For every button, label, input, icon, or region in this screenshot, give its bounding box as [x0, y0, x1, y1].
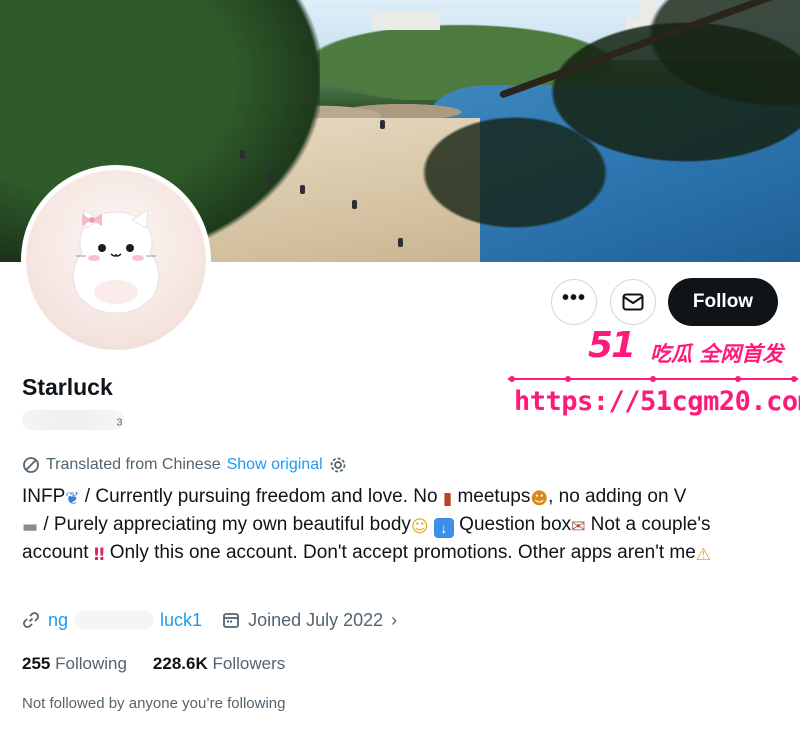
- profile-url-redacted: [74, 611, 155, 629]
- watermark-url: https://51cgm20.com: [514, 386, 800, 417]
- display-name: Starluck: [22, 374, 113, 400]
- cat-illustration: [72, 209, 160, 314]
- profile-avatar[interactable]: [21, 165, 211, 355]
- butterfly-emoji-icon: ❦: [65, 489, 80, 509]
- envelope-icon: [622, 293, 644, 311]
- banner-beachgoer: [268, 172, 273, 181]
- show-original-link[interactable]: Show original: [227, 456, 323, 474]
- following-link[interactable]: 255 Following: [22, 654, 127, 674]
- followers-count: 228.6K: [152, 654, 208, 673]
- profile-url-start[interactable]: ng: [48, 610, 68, 631]
- avatar-image: [26, 170, 206, 350]
- handle-tail: ₃: [116, 409, 123, 428]
- followers-link[interactable]: 228.6K Followers: [153, 654, 285, 674]
- banner-pine-tree: [420, 0, 800, 230]
- watermark-number: 51: [588, 325, 636, 366]
- banner-beachgoer: [240, 150, 245, 159]
- winking-face-emoji-icon: ☺: [410, 517, 429, 537]
- following-label: Following: [55, 654, 127, 673]
- person-gesturing-no-emoji-icon: ☻: [530, 489, 549, 509]
- joined-date: Joined July 2022: [248, 609, 384, 630]
- down-arrow-emoji-icon: ↓: [433, 518, 454, 538]
- warning-emoji-icon: ⚠: [695, 545, 712, 565]
- follow-stats: 255 Following 228.6K Followers: [22, 654, 285, 674]
- bio-segment: , no adding on V: [548, 486, 687, 507]
- banner-beachgoer: [300, 185, 305, 194]
- translation-notice: Translated from Chinese Show original: [22, 456, 347, 474]
- banner-beachgoer: [398, 238, 403, 247]
- bio-segment: / Currently pursuing freedom and love. N…: [79, 486, 438, 507]
- bio-segment: meetups: [452, 486, 531, 507]
- mailbox-emoji-icon: ✉: [571, 517, 586, 537]
- double-exclamation-emoji-icon: ‼: [93, 545, 105, 565]
- message-button[interactable]: [610, 279, 656, 325]
- calendar-icon: [223, 613, 239, 628]
- translate-icon: [23, 457, 39, 473]
- more-icon: •••: [561, 287, 586, 309]
- bio-segment: Question box: [453, 514, 572, 535]
- watermark-chinese-text: 吃瓜 全网首发: [650, 342, 784, 366]
- translation-note: Translated from Chinese: [46, 456, 221, 473]
- bio-segment: INFP: [22, 486, 66, 507]
- watermark-divider: [508, 376, 798, 382]
- following-count: 255: [22, 654, 51, 673]
- handle-redacted: [22, 410, 124, 430]
- follow-button[interactable]: Follow: [668, 278, 778, 326]
- cigarette-emoji-icon: ▬: [22, 517, 39, 537]
- bio-segment: Only this one account. Don't accept prom…: [104, 542, 696, 563]
- profile-url-end[interactable]: luck1: [160, 610, 202, 631]
- profile-bio: INFP❦ / Currently pursuing freedom and l…: [22, 483, 782, 567]
- followers-label: Followers: [212, 654, 286, 673]
- gear-icon[interactable]: [329, 456, 347, 474]
- banner-beachgoer: [352, 200, 357, 209]
- profile-meta: ng luck1 Joined July 2022 ›: [22, 607, 397, 633]
- banner-beachgoer: [380, 120, 385, 129]
- bio-segment: / Purely appreciating my own beautiful b…: [38, 514, 411, 535]
- not-followed-notice: Not followed by anyone you’re following: [22, 695, 286, 712]
- more-button[interactable]: •••: [551, 279, 597, 325]
- door-emoji-icon: ▮: [442, 489, 453, 509]
- chevron-right-icon[interactable]: ›: [391, 610, 397, 631]
- link-icon: [23, 612, 39, 628]
- watermark-title: 51 吃瓜 全网首发: [580, 325, 800, 366]
